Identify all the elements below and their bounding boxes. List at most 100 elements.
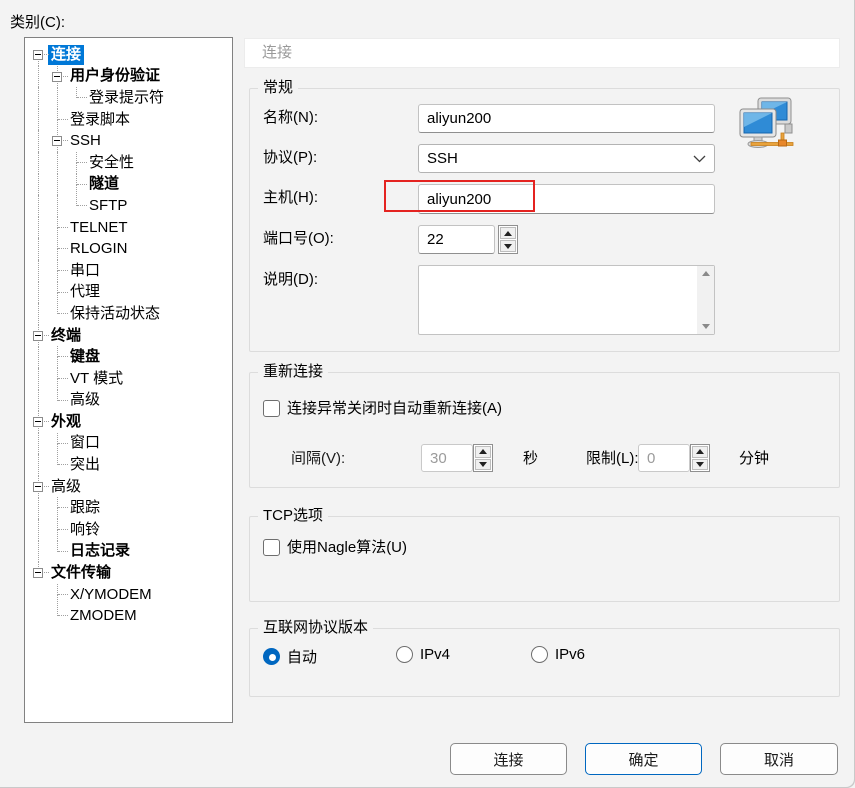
tree-item[interactable]: 突出	[29, 454, 230, 476]
tree-item[interactable]: 保持活动状态	[29, 303, 230, 325]
tree-item-label[interactable]: 突出	[67, 455, 103, 475]
host-label: 主机(H):	[263, 188, 318, 208]
tree-item-label[interactable]: SFTP	[86, 196, 130, 216]
interval-unit: 秒	[523, 449, 538, 469]
tree-item[interactable]: SSH	[29, 130, 230, 152]
tree-item[interactable]: 键盘	[29, 346, 230, 368]
limit-input[interactable]	[638, 444, 690, 472]
tree-item[interactable]: 窗口	[29, 433, 230, 455]
tree-item-label[interactable]: 响铃	[67, 520, 103, 540]
tree-item-label[interactable]: 跟踪	[67, 498, 103, 518]
tree-item[interactable]: 文件传输	[29, 562, 230, 584]
tree-item-label[interactable]: 终端	[48, 326, 84, 346]
radio-ipv6[interactable]: IPv6	[531, 646, 585, 663]
collapse-minus-icon[interactable]	[33, 482, 43, 492]
scrollbar-up-icon[interactable]	[702, 271, 710, 276]
spinner-down-button[interactable]	[692, 459, 708, 471]
tree-item-label[interactable]: 安全性	[86, 153, 137, 173]
tree-item[interactable]: 安全性	[29, 152, 230, 174]
protocol-select-value: SSH	[427, 150, 458, 167]
tree-item[interactable]: 代理	[29, 282, 230, 304]
tree-item[interactable]: ZMODEM	[29, 605, 230, 627]
spinner-up-button[interactable]	[692, 446, 708, 458]
collapse-minus-icon[interactable]	[33, 50, 43, 60]
collapse-minus-icon[interactable]	[33, 417, 43, 427]
tree-item[interactable]: 串口	[29, 260, 230, 282]
host-input[interactable]	[418, 184, 715, 214]
scrollbar-down-icon[interactable]	[702, 324, 710, 329]
tree-item[interactable]: X/YMODEM	[29, 584, 230, 606]
name-input[interactable]	[418, 104, 715, 133]
tree-item[interactable]: RLOGIN	[29, 238, 230, 260]
tree-item-label[interactable]: 登录脚本	[67, 110, 133, 130]
nagle-checkbox[interactable]	[263, 539, 280, 556]
tree-item[interactable]: 外观	[29, 411, 230, 433]
interval-input[interactable]	[421, 444, 473, 472]
connect-button[interactable]: 连接	[450, 743, 567, 775]
tree-item[interactable]: 终端	[29, 325, 230, 347]
tree-item-label[interactable]: SSH	[67, 131, 104, 151]
tree-item[interactable]: 连接	[29, 44, 230, 66]
tree-item-label[interactable]: 串口	[67, 261, 103, 281]
tree-item-label[interactable]: 隧道	[86, 174, 122, 194]
ip-version-group: 互联网协议版本 自动 IPv4 IPv6	[249, 628, 840, 697]
spinner-down-button[interactable]	[475, 459, 491, 471]
tree-item-label[interactable]: RLOGIN	[67, 239, 131, 259]
tree-item-label[interactable]: X/YMODEM	[67, 585, 155, 605]
port-label: 端口号(O):	[263, 229, 334, 249]
radio-ipv6-label: IPv6	[555, 646, 585, 663]
spinner-up-button[interactable]	[500, 227, 516, 239]
radio-auto-icon[interactable]	[263, 648, 280, 665]
tree-item-label[interactable]: 文件传输	[48, 563, 114, 583]
protocol-select[interactable]: SSH	[418, 144, 715, 173]
tree-item[interactable]: 日志记录	[29, 541, 230, 563]
tree-item-label[interactable]: 保持活动状态	[67, 304, 163, 324]
description-textarea[interactable]	[418, 265, 715, 335]
description-scrollbar[interactable]	[697, 266, 714, 334]
tree-item-label[interactable]: TELNET	[67, 218, 131, 238]
tree-item-label[interactable]: 登录提示符	[86, 88, 167, 108]
tree-item[interactable]: 隧道	[29, 174, 230, 196]
collapse-minus-icon[interactable]	[52, 72, 62, 82]
tree-item[interactable]: 登录提示符	[29, 87, 230, 109]
tree-item-label[interactable]: ZMODEM	[67, 606, 140, 626]
spinner-up-button[interactable]	[475, 446, 491, 458]
collapse-minus-icon[interactable]	[52, 136, 62, 146]
radio-ipv4-icon[interactable]	[396, 646, 413, 663]
radio-auto-label: 自动	[287, 646, 317, 667]
tree-item-label[interactable]: 连接	[48, 45, 84, 65]
tree-item-label[interactable]: 用户身份验证	[67, 66, 163, 86]
tree-item-label[interactable]: 日志记录	[67, 541, 133, 561]
tree-item[interactable]: 响铃	[29, 519, 230, 541]
radio-ipv6-icon[interactable]	[531, 646, 548, 663]
tree-item[interactable]: SFTP	[29, 195, 230, 217]
tree-item[interactable]: VT 模式	[29, 368, 230, 390]
tree-item-label[interactable]: 高级	[67, 390, 103, 410]
tree-item-label[interactable]: 外观	[48, 412, 84, 432]
collapse-minus-icon[interactable]	[33, 568, 43, 578]
tree-item[interactable]: 高级	[29, 390, 230, 412]
spinner-down-button[interactable]	[500, 240, 516, 252]
tree-item-label[interactable]: 高级	[48, 477, 84, 497]
tree-item-label[interactable]: VT 模式	[67, 369, 126, 389]
tree-item-label[interactable]: 窗口	[67, 433, 103, 453]
port-input[interactable]	[418, 225, 495, 254]
radio-ipv4[interactable]: IPv4	[396, 646, 450, 663]
tree-item[interactable]: 跟踪	[29, 497, 230, 519]
category-tree[interactable]: 连接用户身份验证登录提示符登录脚本SSH安全性隧道SFTPTELNETRLOGI…	[24, 37, 233, 723]
general-group-legend: 常规	[258, 78, 298, 98]
tree-item-label[interactable]: 代理	[67, 282, 103, 302]
auto-reconnect-checkbox[interactable]	[263, 400, 280, 417]
collapse-minus-icon[interactable]	[33, 331, 43, 341]
tree-item[interactable]: 用户身份验证	[29, 66, 230, 88]
tree-item[interactable]: TELNET	[29, 217, 230, 239]
ok-button[interactable]: 确定	[585, 743, 702, 775]
reconnect-group-legend: 重新连接	[258, 362, 328, 382]
tree-item-label[interactable]: 键盘	[67, 347, 103, 367]
cancel-button[interactable]: 取消	[720, 743, 838, 775]
port-spinner	[498, 225, 518, 254]
tree-item[interactable]: 高级	[29, 476, 230, 498]
radio-auto[interactable]: 自动	[263, 646, 317, 667]
tree-item[interactable]: 登录脚本	[29, 109, 230, 131]
session-properties-dialog: 类别(C): 连接用户身份验证登录提示符登录脚本SSH安全性隧道SFTPTELN…	[0, 0, 855, 788]
